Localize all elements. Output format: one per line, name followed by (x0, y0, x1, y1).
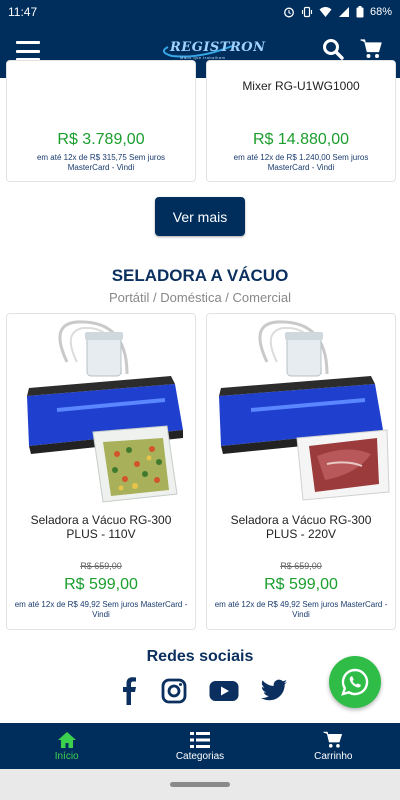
search-icon[interactable] (322, 38, 344, 60)
product-price: R$ 14.880,00 (252, 131, 350, 148)
social-links (118, 676, 288, 706)
nav-label: Início (54, 750, 79, 762)
installment-text: em até 12x de R$ 315,75 Sem juros Master… (36, 153, 166, 172)
product-card[interactable]: Seladora a Vácuo RG-300 PLUS - 110V R$ 6… (6, 313, 196, 630)
status-bar: 11:47 68% (0, 0, 400, 24)
vibrate-icon (301, 6, 313, 18)
product-card[interactable]: Seladora a Vácuo RG-300 PLUS - 220V R$ 6… (206, 313, 396, 630)
product-price: R$ 599,00 (64, 576, 138, 593)
cart-icon[interactable] (360, 38, 382, 60)
status-time: 11:47 (8, 5, 38, 19)
system-navigation-bar (0, 769, 400, 800)
product-title: Mixer RG-U1WG1000 (242, 79, 360, 93)
product-old-price: R$ 659,00 (280, 561, 322, 571)
home-gesture-handle[interactable] (170, 782, 230, 787)
menu-button[interactable] (16, 41, 40, 61)
product-title: Seladora a Vácuo RG-300 PLUS - 110V (30, 513, 172, 541)
cart-icon (323, 731, 343, 748)
see-more-button[interactable]: Ver mais (155, 197, 245, 236)
battery-icon (356, 6, 364, 18)
section-title: SELADORA A VÁCUO (111, 266, 289, 285)
battery-level: 68% (369, 6, 392, 18)
section-subtitle: Portátil / Doméstica / Comercial (108, 290, 292, 305)
home-icon (57, 731, 76, 748)
installment-text: em até 12x de R$ 1.240,00 Sem juros Mast… (233, 153, 369, 172)
product-card[interactable]: R$ 3.789,00 em até 12x de R$ 315,75 Sem … (6, 60, 196, 182)
product-image (219, 320, 390, 501)
product-image (27, 320, 183, 503)
alarm-icon (284, 7, 294, 18)
product-title: Seladora a Vácuo RG-300 PLUS - 220V (230, 513, 372, 541)
hamburger-icon (16, 41, 40, 44)
nav-label: Carrinho (314, 750, 353, 762)
twitter-icon[interactable] (260, 679, 288, 703)
installment-text: em até 12x de R$ 49,92 Sem juros MasterC… (214, 600, 388, 619)
nav-item-cart[interactable]: Carrinho (267, 723, 400, 769)
facebook-icon[interactable] (118, 677, 140, 705)
wifi-icon (319, 7, 332, 17)
instagram-icon[interactable] (161, 678, 187, 704)
list-icon (189, 731, 210, 748)
product-price: R$ 599,00 (264, 576, 338, 593)
product-price: R$ 3.789,00 (57, 131, 145, 148)
status-icons: 68% (283, 6, 392, 18)
installment-text: em até 12x de R$ 49,92 Sem juros MasterC… (14, 600, 188, 619)
logo-text: REGISTRON (170, 40, 266, 55)
nav-item-categories[interactable]: Categorias (133, 723, 266, 769)
signal-icon (338, 7, 349, 17)
header-actions (322, 38, 382, 60)
nav-item-home[interactable]: Início (0, 723, 133, 769)
bottom-navigation: Início Categorias Carrinho (0, 723, 400, 769)
product-old-price: R$ 659,00 (80, 561, 122, 571)
nav-label: Categorias (175, 750, 225, 762)
whatsapp-button[interactable] (329, 656, 381, 708)
youtube-icon[interactable] (209, 680, 239, 702)
whatsapp-icon (341, 668, 369, 696)
product-card[interactable]: Mixer RG-U1WG1000 R$ 14.880,00 em até 12… (206, 60, 396, 182)
